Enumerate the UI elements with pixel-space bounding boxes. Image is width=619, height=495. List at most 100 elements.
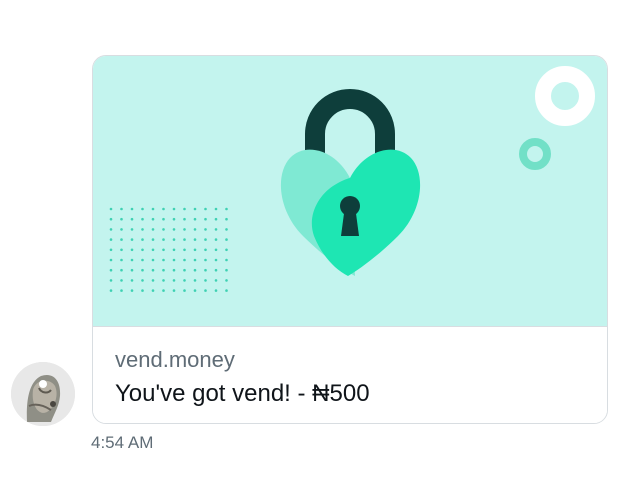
dot [225,279,228,282]
dot [151,228,155,231]
dot [225,228,228,231]
dot [193,268,197,272]
dot [162,268,165,272]
dot [225,207,228,211]
dot [204,217,207,221]
dot [172,268,176,272]
dot [183,268,186,272]
dot [162,248,165,252]
dot [162,238,165,241]
dot [109,238,113,241]
dot [172,289,176,292]
dot [225,258,228,262]
dot [172,238,176,241]
dot [162,289,165,292]
dot [172,217,176,221]
dot [214,289,218,292]
dot [130,228,134,231]
dot [120,248,123,252]
dot [120,268,123,272]
card-footer[interactable]: vend.money You've got vend! - ₦500 [93,326,607,423]
card-title: You've got vend! - ₦500 [115,380,370,407]
card-image[interactable] [93,56,607,326]
dot [109,279,113,282]
dot [141,207,144,211]
dot [183,207,186,211]
dot [120,228,123,231]
dot [204,258,207,262]
dot [120,279,123,282]
dot [214,207,218,211]
dot-grid-decoration [109,207,228,292]
dot [214,238,218,241]
dot [151,289,155,292]
dot [109,228,113,231]
dot [151,268,155,272]
dot [214,279,218,282]
dot [109,268,113,272]
dot [141,258,144,262]
dot [151,238,155,241]
dot [130,289,134,292]
dot [204,268,207,272]
dot [204,228,207,231]
dot [130,217,134,221]
dot [141,217,144,221]
dot [109,258,113,262]
dot [172,228,176,231]
dot [141,279,144,282]
dot [183,228,186,231]
dot [214,258,218,262]
dot [193,217,197,221]
dot [193,279,197,282]
avatar-image [11,362,75,426]
dot [183,248,186,252]
dot [172,248,176,252]
dot [141,238,144,241]
dot [162,258,165,262]
heart-padlock-icon [280,89,421,276]
dot [109,217,113,221]
dot [183,217,186,221]
dot [214,248,218,252]
dot [151,217,155,221]
dot [109,248,113,252]
dot [120,217,123,221]
dot [225,268,228,272]
dot [193,238,197,241]
dot [204,248,207,252]
dot [120,258,123,262]
dot [151,248,155,252]
dot [109,207,113,211]
link-preview-card[interactable]: vend.money You've got vend! - ₦500 [92,55,608,424]
dot [151,279,155,282]
dot [162,228,165,231]
dot [172,258,176,262]
dot [172,207,176,211]
dot [130,258,134,262]
dot [204,289,207,292]
dot [141,248,144,252]
message-timestamp: 4:54 AM [91,433,154,452]
dot [183,279,186,282]
dot [204,207,207,211]
dot [130,238,134,241]
dot [225,248,228,252]
dot [225,238,228,241]
dot [193,289,197,292]
dot [183,258,186,262]
user-avatar-icon[interactable] [11,362,75,426]
dot [225,289,228,292]
dot [162,279,165,282]
dot [193,228,197,231]
dot [130,207,134,211]
dot [183,238,186,241]
card-illustration [109,66,595,292]
dot [120,207,123,211]
dot [193,248,197,252]
dot [204,238,207,241]
dot [130,248,134,252]
dot [204,279,207,282]
dot [141,289,144,292]
dot [120,289,123,292]
